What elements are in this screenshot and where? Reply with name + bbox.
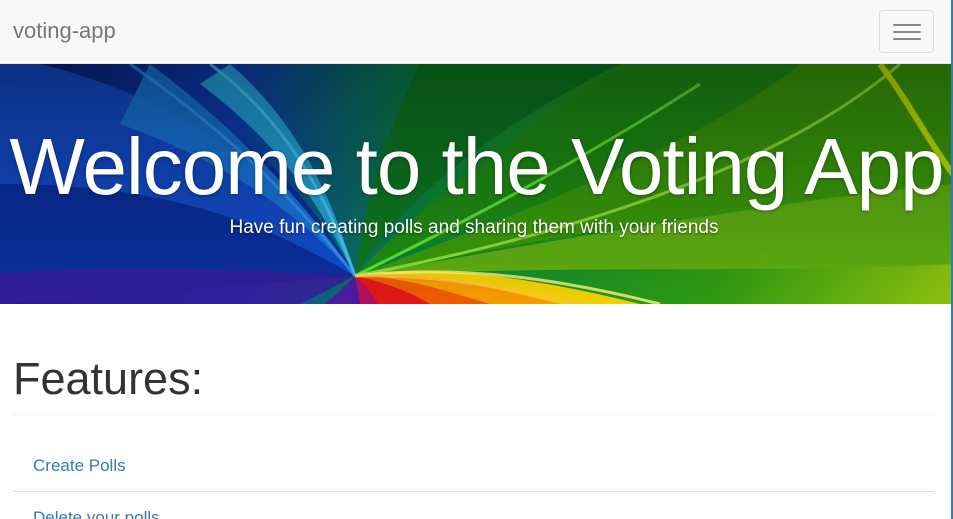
navbar-toggle-button[interactable] xyxy=(879,10,934,53)
hamburger-menu-icon-bar xyxy=(893,38,921,40)
hamburger-menu-icon xyxy=(893,24,921,26)
features-divider xyxy=(13,414,934,415)
hero-jumbotron: Welcome to the Voting App Have fun creat… xyxy=(0,64,953,304)
hamburger-menu-icon-bar xyxy=(893,31,921,33)
navbar-brand[interactable]: voting-app xyxy=(13,18,116,44)
hero-subtitle: Have fun creating polls and sharing them… xyxy=(229,217,719,238)
feature-link-delete-polls[interactable]: Delete your polls xyxy=(13,492,934,519)
feature-link-create-polls[interactable]: Create Polls xyxy=(13,440,934,492)
hero-title: Welcome to the Voting App xyxy=(9,122,944,211)
navbar: voting-app xyxy=(0,0,953,64)
page: voting-app Welcome to the Voting App Hav… xyxy=(0,0,953,519)
features-heading: Features: xyxy=(13,353,204,404)
